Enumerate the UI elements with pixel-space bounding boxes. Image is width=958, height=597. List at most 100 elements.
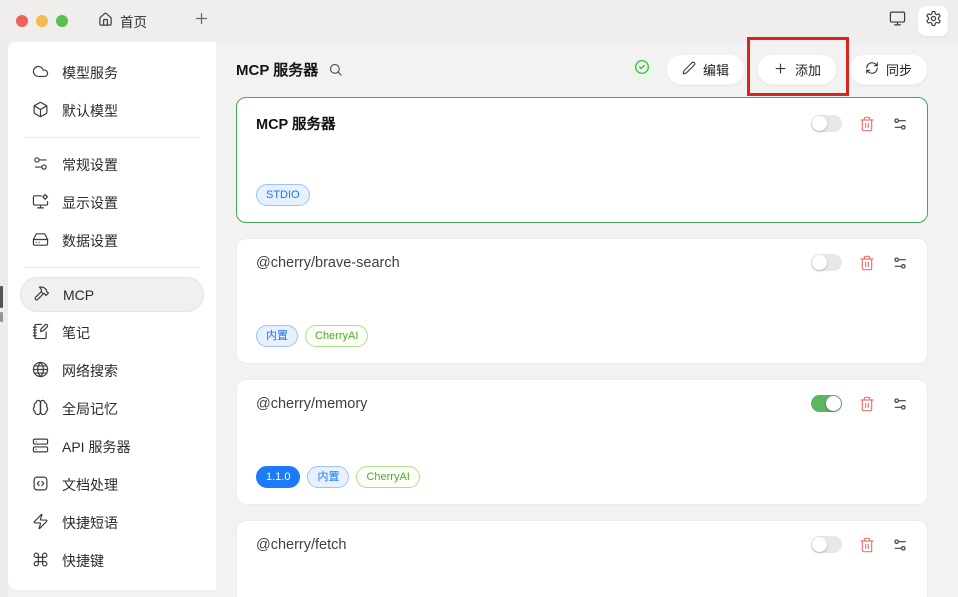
sidebar-item-label: MCP xyxy=(63,286,95,303)
sidebar-item-display-settings[interactable]: 显示设置 xyxy=(20,185,204,220)
check-circle-icon xyxy=(634,59,650,80)
sidebar-item-model-services[interactable]: 模型服务 xyxy=(20,55,204,90)
sidebar-item-global-memory[interactable]: 全局记忆 xyxy=(20,391,204,426)
sidebar-divider xyxy=(24,137,200,138)
sidebar-item-quick-phrases[interactable]: 快捷短语 xyxy=(20,505,204,540)
zap-icon xyxy=(32,513,49,533)
home-icon xyxy=(98,12,113,30)
mcp-panel-header: MCP 服务器 编辑 添加 同步 xyxy=(236,42,928,97)
sidebar-item-label: 全局记忆 xyxy=(62,400,118,417)
settings-sidebar: 模型服务 默认模型 常规设置 显示设置 数据设置 MCP 笔记 网络搜索 全局记… xyxy=(8,42,216,590)
server-enable-toggle[interactable] xyxy=(811,254,842,271)
server-tag: STDIO xyxy=(256,184,310,206)
sidebar-item-shortcuts[interactable]: 快捷键 xyxy=(20,543,204,578)
close-window-button[interactable] xyxy=(16,15,28,27)
sidebar-item-label: 文档处理 xyxy=(62,476,118,493)
monitor-icon xyxy=(889,10,906,32)
server-settings-icon[interactable] xyxy=(892,255,908,271)
plus-icon xyxy=(773,61,788,79)
cloud-icon xyxy=(32,63,49,83)
sidebar-item-api-server[interactable]: API 服务器 xyxy=(20,429,204,464)
command-icon xyxy=(32,551,49,571)
gear-icon xyxy=(925,10,942,32)
minimize-to-tray-button[interactable] xyxy=(882,6,912,36)
sidebar-item-label: 笔记 xyxy=(62,324,90,341)
server-tag: 内置 xyxy=(307,466,350,488)
trash-icon[interactable] xyxy=(859,537,875,553)
sidebar-item-label: 默认模型 xyxy=(62,102,118,119)
search-icon[interactable] xyxy=(328,62,343,77)
server-settings-icon[interactable] xyxy=(892,396,908,412)
mcp-server-list: MCP 服务器 STDIO @cherry/brave-search 内置 Ch… xyxy=(236,97,928,597)
mcp-server-card[interactable]: @cherry/memory 1.1.0 内置 CherryAI xyxy=(236,379,928,505)
sidebar-item-label: 数据设置 xyxy=(62,232,118,249)
sidebar-item-notes[interactable]: 笔记 xyxy=(20,315,204,350)
sidebar-item-label: 常规设置 xyxy=(62,156,118,173)
server-icon xyxy=(32,437,49,457)
trash-icon[interactable] xyxy=(859,116,875,132)
package-icon xyxy=(32,101,49,121)
trash-icon[interactable] xyxy=(859,255,875,271)
edit-button[interactable]: 编辑 xyxy=(665,54,745,85)
refresh-icon xyxy=(865,61,879,78)
add-button-label: 添加 xyxy=(794,63,821,78)
server-enable-toggle[interactable] xyxy=(811,395,842,412)
plus-icon xyxy=(193,10,210,32)
add-button[interactable]: 添加 xyxy=(756,54,837,85)
server-settings-icon[interactable] xyxy=(892,537,908,553)
trash-icon[interactable] xyxy=(859,396,875,412)
sidebar-item-label: 模型服务 xyxy=(62,64,118,81)
sliders-icon xyxy=(32,155,49,175)
traffic-lights xyxy=(16,15,68,27)
window-edge-artifact xyxy=(0,312,3,322)
edit-button-label: 编辑 xyxy=(702,63,729,78)
server-name: @cherry/fetch xyxy=(256,536,347,553)
mcp-servers-panel: MCP 服务器 编辑 添加 同步 MCP 服务器 STDIO @cherry/b… xyxy=(216,42,958,597)
globe-icon xyxy=(32,361,49,381)
notebook-pen-icon xyxy=(32,323,49,343)
zoom-window-button[interactable] xyxy=(56,15,68,27)
server-name: MCP 服务器 xyxy=(256,117,336,133)
sync-button[interactable]: 同步 xyxy=(848,54,928,85)
tab-home-label: 首页 xyxy=(120,15,147,30)
server-tag: CherryAI xyxy=(356,466,420,488)
app-window: 首页 模型服务 默认模型 常规设置 显示设置 数据设置 MCP 笔记 网络搜索 … xyxy=(0,0,958,597)
server-tag: CherryAI xyxy=(305,325,369,347)
server-tag: 内置 xyxy=(256,325,298,347)
pencil-icon xyxy=(682,61,696,78)
sidebar-item-label: 显示设置 xyxy=(62,194,118,211)
file-code-icon xyxy=(32,475,49,495)
server-settings-icon[interactable] xyxy=(892,116,908,132)
monitor-gear-icon xyxy=(32,193,49,213)
sidebar-item-label: 网络搜索 xyxy=(62,362,118,379)
tab-home[interactable]: 首页 xyxy=(98,11,147,31)
mcp-server-card[interactable]: MCP 服务器 STDIO xyxy=(236,97,928,223)
hard-drive-icon xyxy=(32,231,49,251)
sidebar-item-label: 快捷短语 xyxy=(62,514,118,531)
sidebar-item-data-settings[interactable]: 数据设置 xyxy=(20,223,204,258)
brain-icon xyxy=(32,399,49,419)
sidebar-item-general-settings[interactable]: 常规设置 xyxy=(20,147,204,182)
sidebar-item-label: 快捷键 xyxy=(62,552,104,569)
hammer-icon xyxy=(33,285,50,305)
title-bar: 首页 xyxy=(0,0,958,42)
sidebar-divider xyxy=(24,267,200,268)
server-enable-toggle[interactable] xyxy=(811,536,842,553)
server-name: @cherry/brave-search xyxy=(256,254,400,271)
sidebar-item-web-search[interactable]: 网络搜索 xyxy=(20,353,204,388)
server-enable-toggle[interactable] xyxy=(811,115,842,132)
mcp-server-card[interactable]: @cherry/brave-search 内置 CherryAI xyxy=(236,238,928,364)
sidebar-item-default-models[interactable]: 默认模型 xyxy=(20,93,204,128)
settings-button[interactable] xyxy=(918,6,948,36)
sidebar-item-label: API 服务器 xyxy=(62,438,131,455)
sidebar-item-mcp[interactable]: MCP xyxy=(20,277,204,312)
settings-content: 模型服务 默认模型 常规设置 显示设置 数据设置 MCP 笔记 网络搜索 全局记… xyxy=(0,42,958,597)
page-title: MCP 服务器 xyxy=(236,62,319,79)
sidebar-item-document-processing[interactable]: 文档处理 xyxy=(20,467,204,502)
status-ok-badge xyxy=(630,58,654,81)
server-version-tag: 1.1.0 xyxy=(256,466,301,488)
mcp-server-card[interactable]: @cherry/fetch xyxy=(236,520,928,597)
sync-button-label: 同步 xyxy=(885,63,912,78)
new-tab-button[interactable] xyxy=(193,10,210,32)
minimize-window-button[interactable] xyxy=(36,15,48,27)
